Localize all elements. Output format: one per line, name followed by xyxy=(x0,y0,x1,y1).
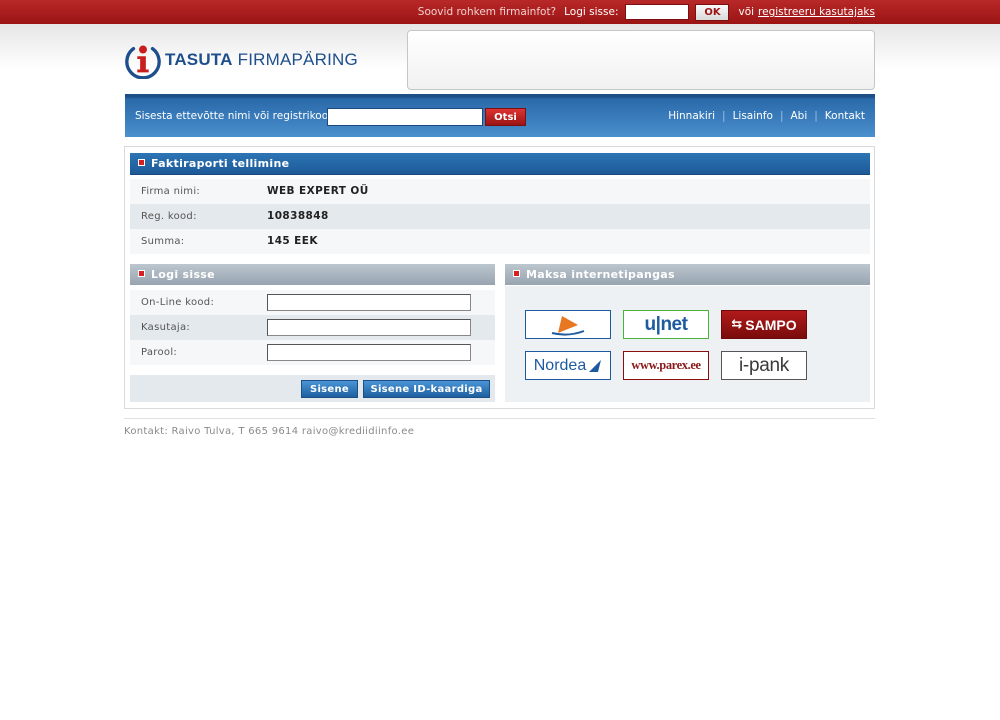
invoice-row-amount: Summa: 145 EEK xyxy=(130,229,870,254)
invoice-row-company: Firma nimi: WEB EXPERT OÜ xyxy=(130,179,870,204)
info-logo-icon xyxy=(125,45,161,79)
row-label: Summa: xyxy=(141,236,185,247)
footer-contact: Kontakt: Raivo Tulva, T 665 9614 raivo@k… xyxy=(124,426,415,437)
sampo-logo-text: SAMPO xyxy=(745,316,797,333)
payment-section-title: Maksa internetipangas xyxy=(526,268,675,281)
payment-section-header: Maksa internetipangas xyxy=(505,264,870,285)
search-bar: Sisesta ettevõtte nimi või registrikood:… xyxy=(125,94,875,137)
bank-sampo[interactable]: ⇆ SAMPO xyxy=(721,310,807,339)
invoice-row-regcode: Reg. kood: 10838848 xyxy=(130,204,870,229)
login-row-online-code: On-Line kood: xyxy=(130,290,495,315)
logo-word-query: FIRMAPÄRING xyxy=(237,50,358,69)
row-value: 10838848 xyxy=(267,210,329,222)
company-search-input[interactable] xyxy=(327,108,483,126)
nav-link-help[interactable]: Abi xyxy=(790,110,807,122)
field-label: Kasutaja: xyxy=(141,322,191,333)
or-text: või xyxy=(738,6,755,18)
row-value: WEB EXPERT OÜ xyxy=(267,185,369,197)
login-section-title: Logi sisse xyxy=(151,268,215,281)
invoice-section-header: Faktiraporti tellimine xyxy=(130,153,870,175)
bank-ipank[interactable]: i-pank xyxy=(721,351,807,380)
nav-separator: | xyxy=(814,110,818,122)
nordea-sail-icon xyxy=(589,359,602,372)
top-bar: Soovid rohkem firmainfot? Logi sisse: OK… xyxy=(0,0,1000,24)
more-info-prompt: Soovid rohkem firmainfot? xyxy=(417,6,557,18)
row-label: Reg. kood: xyxy=(141,211,197,222)
online-code-input[interactable] xyxy=(267,294,471,311)
bullet-square-icon xyxy=(138,159,145,166)
row-label: Firma nimi: xyxy=(141,186,201,197)
sampo-arrows-icon: ⇆ xyxy=(731,317,743,332)
unet-logo-text: u|net xyxy=(644,313,688,335)
logo-word-free: TASUTA xyxy=(165,50,233,69)
field-label: On-Line kood: xyxy=(141,297,215,308)
top-login-input[interactable] xyxy=(625,4,690,20)
username-input[interactable] xyxy=(267,319,471,336)
ad-banner-area xyxy=(407,30,875,90)
top-login-label: Logi sisse: xyxy=(564,6,619,18)
nav-link-contact[interactable]: Kontakt xyxy=(825,110,865,122)
row-value: 145 EEK xyxy=(267,235,318,247)
bank-nordea[interactable]: Nordea xyxy=(525,351,611,380)
parex-logo-text: www.parex.ee xyxy=(631,358,701,372)
top-ok-button[interactable]: OK xyxy=(695,3,730,21)
footer-divider xyxy=(124,418,875,419)
nav-link-pricelist[interactable]: Hinnakiri xyxy=(668,110,715,122)
ipank-logo-text: i-pank xyxy=(739,354,789,376)
bank-unet[interactable]: u|net xyxy=(623,310,709,339)
site-logo[interactable]: TASUTA FIRMAPÄRING xyxy=(124,40,374,80)
bank-logos-panel: u|net ⇆ SAMPO Nordea www.parex.ee i-pank xyxy=(505,286,870,402)
search-label: Sisesta ettevõtte nimi või registrikood: xyxy=(135,110,339,122)
bank-parex[interactable]: www.parex.ee xyxy=(623,351,709,380)
password-input[interactable] xyxy=(267,344,471,361)
nordea-logo-text: Nordea xyxy=(533,356,587,374)
nav-link-moreinfo[interactable]: Lisainfo xyxy=(733,110,773,122)
login-button-row: Sisene Sisene ID-kaardiga xyxy=(130,375,495,402)
login-submit-button[interactable]: Sisene xyxy=(301,380,358,398)
top-nav: Hinnakiri | Lisainfo | Abi | Kontakt xyxy=(668,110,865,122)
register-link[interactable]: registreeru kasutajaks xyxy=(758,6,875,18)
id-card-login-button[interactable]: Sisene ID-kaardiga xyxy=(363,380,490,398)
hansapank-sail-icon xyxy=(551,315,585,336)
nav-separator: | xyxy=(722,110,726,122)
nav-separator: | xyxy=(779,110,784,122)
login-section-header: Logi sisse xyxy=(130,264,495,285)
login-row-password: Parool: xyxy=(130,340,495,365)
search-button[interactable]: Otsi xyxy=(485,108,526,126)
bank-hansapank[interactable] xyxy=(525,310,611,339)
bullet-square-icon xyxy=(138,270,145,277)
login-row-username: Kasutaja: xyxy=(130,315,495,340)
bullet-square-icon xyxy=(513,270,520,277)
invoice-section-title: Faktiraporti tellimine xyxy=(151,157,290,170)
field-label: Parool: xyxy=(141,347,178,358)
